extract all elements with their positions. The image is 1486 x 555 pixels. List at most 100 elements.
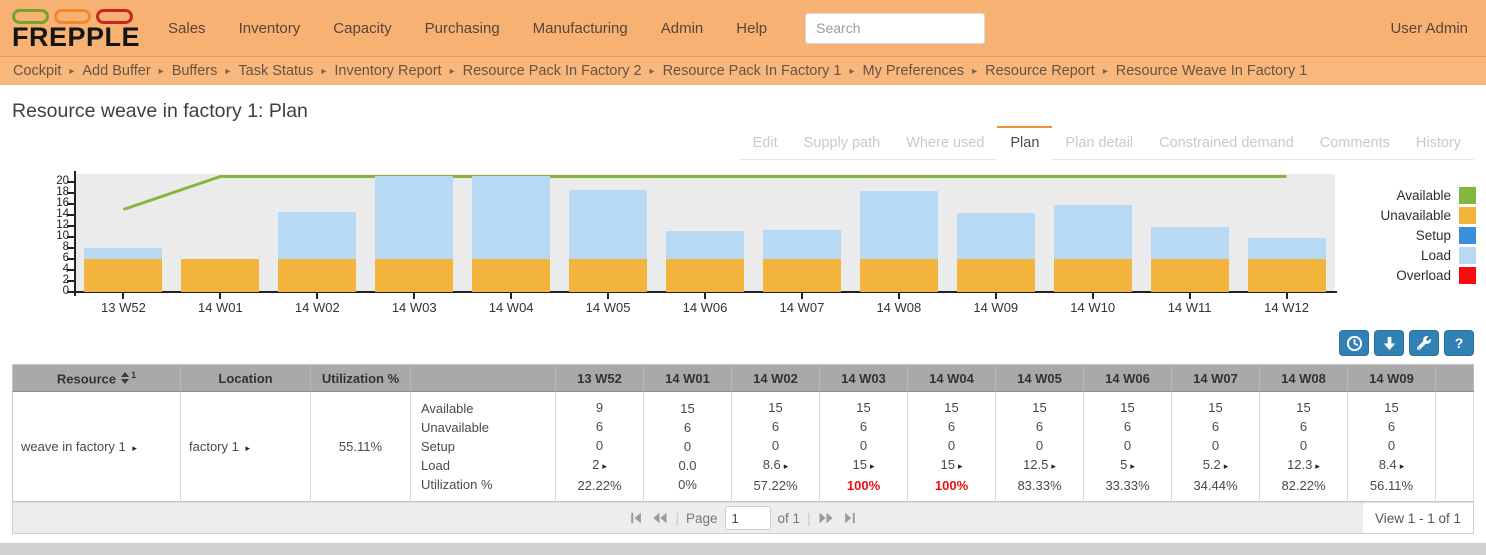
metric-unavailable-value: 6 (859, 419, 868, 434)
breadcrumb-item[interactable]: Add Buffer (82, 63, 150, 79)
drilldown-arrow-icon[interactable]: ▸ (1224, 461, 1229, 471)
metric-load-value[interactable]: 8.4 (1379, 457, 1397, 472)
breadcrumb-item[interactable]: Resource Report (985, 63, 1095, 79)
bar-segment-unavailable (762, 258, 841, 292)
nav-item-help[interactable]: Help (736, 20, 767, 37)
legend-row: Overload (1380, 265, 1476, 285)
nav-item-admin[interactable]: Admin (661, 20, 704, 37)
context-menu-arrow-icon[interactable]: ▸ (132, 443, 137, 453)
metric-load-row: 12.3 ▸ (1264, 455, 1343, 476)
pager-first-button[interactable] (629, 511, 644, 525)
breadcrumb-item[interactable]: Inventory Report (334, 63, 441, 79)
nav-item-inventory[interactable]: Inventory (239, 20, 301, 37)
drilldown-arrow-icon[interactable]: ▸ (602, 461, 607, 471)
metric-load-value[interactable]: 15 (853, 457, 867, 472)
customize-button[interactable] (1409, 330, 1439, 356)
drilldown-arrow-icon[interactable]: ▸ (784, 461, 789, 471)
tab-comments[interactable]: Comments (1307, 126, 1403, 160)
pager-last-button[interactable] (842, 511, 857, 525)
drilldown-arrow-icon[interactable]: ▸ (1130, 461, 1135, 471)
pager-prev-button[interactable] (651, 511, 668, 525)
metric-load-value[interactable]: 12.3 (1287, 457, 1312, 472)
metric-available-value: 15 (768, 400, 783, 415)
context-menu-arrow-icon[interactable]: ▸ (245, 443, 250, 453)
column-header-location[interactable]: Location (180, 364, 311, 392)
metric-load-value[interactable]: 15 (941, 457, 955, 472)
x-axis-tick-label: 14 W01 (197, 300, 243, 315)
y-axis-tick-label: 2 (62, 273, 69, 286)
x-axis-tick (704, 293, 706, 299)
metric-setup-value: 0 (1123, 438, 1132, 453)
help-button[interactable]: ? (1444, 330, 1474, 356)
breadcrumb-item[interactable]: Buffers (172, 63, 218, 79)
metric-load-row: 15 ▸ (824, 455, 903, 476)
bar-segment-unavailable (181, 258, 260, 292)
breadcrumb-item[interactable]: Task Status (238, 63, 313, 79)
legend-label: Load (1420, 247, 1451, 263)
nav-item-manufacturing[interactable]: Manufacturing (533, 20, 628, 37)
nav-item-capacity[interactable]: Capacity (333, 20, 391, 37)
x-axis-tick (607, 293, 610, 299)
time-buckets-button[interactable] (1339, 330, 1369, 356)
pager-next-button[interactable] (818, 511, 835, 525)
metric-load-row: 5.2 ▸ (1176, 455, 1255, 476)
frepple-logo[interactable]: FREPPLE (0, 5, 140, 51)
metric-load-value[interactable]: 5.2 (1203, 457, 1221, 472)
metric-load-value[interactable]: 2 (592, 457, 599, 472)
metric-setup-value: 0 (859, 438, 868, 453)
page-title: Resource weave in factory 1: Plan (12, 100, 308, 122)
metric-load-value[interactable]: 12.5 (1023, 457, 1048, 472)
metric-utilization-value: 100% (934, 478, 969, 493)
resource-link[interactable]: weave in factory 1 (21, 439, 126, 454)
tab-plan[interactable]: Plan (997, 126, 1053, 160)
page-number-input[interactable] (724, 506, 771, 530)
breadcrumb-item[interactable]: Resource Weave In Factory 1 (1116, 63, 1308, 79)
metric-load-value[interactable]: 5 (1120, 457, 1127, 472)
logo-text: FREPPLE (12, 22, 141, 52)
nav-item-sales[interactable]: Sales (168, 20, 206, 37)
drilldown-arrow-icon[interactable]: ▸ (1315, 461, 1320, 471)
breadcrumb-item[interactable]: Cockpit (13, 63, 61, 79)
drilldown-arrow-icon[interactable]: ▸ (870, 461, 875, 471)
breadcrumb-item[interactable]: Resource Pack In Factory 2 (463, 63, 642, 79)
y-axis-tick-label: 20 (56, 174, 69, 187)
metric-setup-value: 0 (1211, 438, 1220, 453)
column-header-utilization[interactable]: Utilization % (310, 364, 411, 392)
nav-item-purchasing[interactable]: Purchasing (425, 20, 500, 37)
pager-separator: | (807, 510, 811, 526)
tab-constrained-demand[interactable]: Constrained demand (1146, 126, 1307, 160)
x-axis-tick-label: 14 W10 (1070, 300, 1116, 315)
x-axis-tick-label: 13 W52 (101, 300, 146, 315)
search-input[interactable] (805, 12, 986, 44)
capacity-chart: Available Unavailable Setup Load Overload 02… (0, 160, 1486, 318)
bar-segment-unavailable (1247, 258, 1326, 292)
metric-setup-value: 0 (595, 438, 604, 453)
breadcrumb-item[interactable]: Resource Pack In Factory 1 (663, 63, 842, 79)
tab-bar: Edit Supply path Where used Plan Plan detail… (739, 126, 1474, 160)
legend-swatch-overload (1459, 266, 1476, 284)
export-button[interactable] (1374, 330, 1404, 356)
legend-label: Unavailable (1380, 207, 1451, 223)
drilldown-arrow-icon[interactable]: ▸ (1051, 461, 1056, 471)
tab-plan-detail[interactable]: Plan detail (1052, 126, 1146, 160)
metric-utilization-value: 57.22% (753, 478, 798, 493)
metric-load-value[interactable]: 8.6 (763, 457, 781, 472)
bar-segment-unavailable (666, 258, 744, 292)
tab-edit[interactable]: Edit (740, 126, 791, 160)
metric-load-row: 0.0 (648, 456, 727, 475)
location-link[interactable]: factory 1 (189, 439, 239, 454)
y-axis-tick-label: 6 (62, 251, 69, 264)
bar-segment-unavailable (375, 258, 454, 292)
location-cell: factory 1 ▸ (180, 391, 311, 502)
week-column-header: 14 W08 (1259, 364, 1348, 392)
tab-where-used[interactable]: Where used (893, 126, 997, 160)
drilldown-arrow-icon[interactable]: ▸ (1400, 461, 1405, 471)
user-menu[interactable]: User Admin (1390, 20, 1468, 37)
column-header-resource[interactable]: Resource 1 (12, 364, 181, 392)
breadcrumb-item[interactable]: My Preferences (863, 63, 965, 79)
tab-supply-path[interactable]: Supply path (791, 126, 894, 160)
y-axis-tick-label: 14 (56, 207, 69, 220)
drilldown-arrow-icon[interactable]: ▸ (958, 461, 963, 471)
metric-unavailable-value: 6 (683, 420, 692, 435)
tab-history[interactable]: History (1403, 126, 1474, 160)
